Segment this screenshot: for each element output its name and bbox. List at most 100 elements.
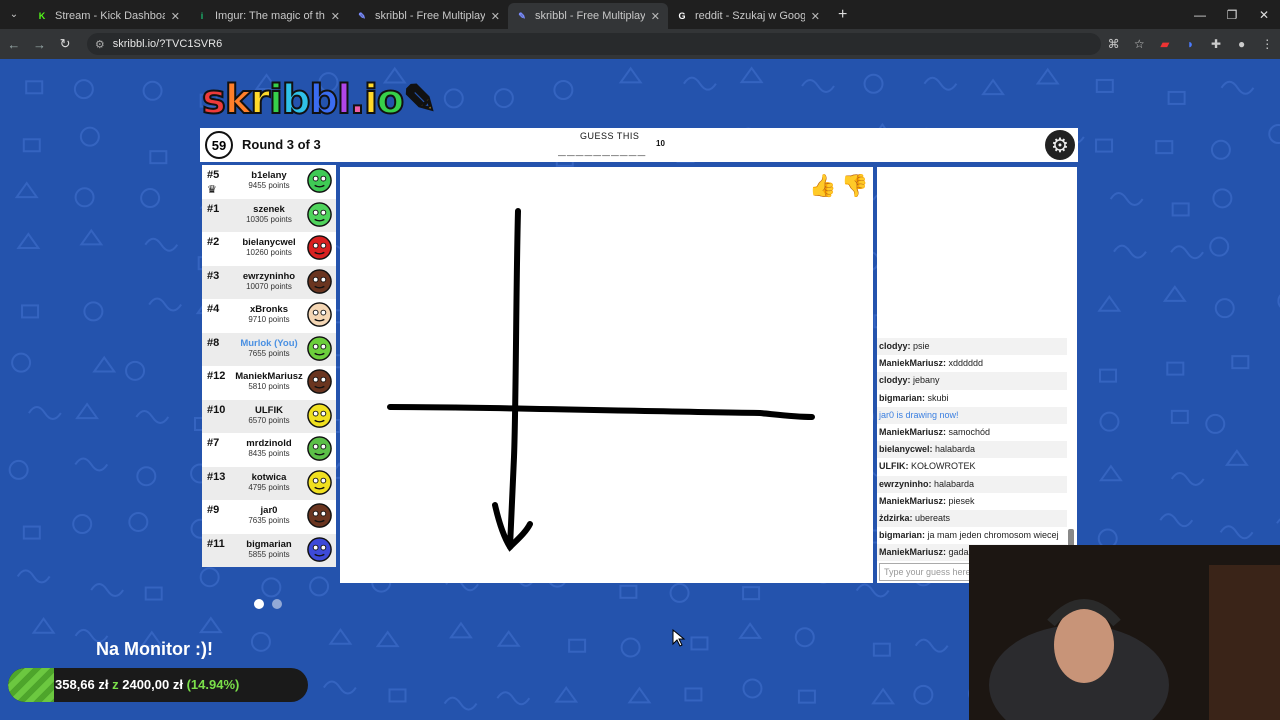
chat-user: bigmarian:: [879, 392, 926, 403]
drawing-canvas[interactable]: 👍 👎: [340, 167, 873, 583]
doodle-shape: [25, 80, 44, 95]
chat-text: ja mam jeden chromosom wiecej: [925, 530, 1059, 541]
player-avatar: [307, 436, 332, 461]
doodle-shape: [135, 409, 170, 424]
player-row[interactable]: #3 ewrzyninho 10070 points: [202, 265, 336, 299]
tab-search-chevron-icon[interactable]: ⌄: [0, 0, 28, 29]
doodle-shape: [913, 684, 934, 705]
timer-clock-icon: 59: [205, 131, 233, 159]
browser-tab-5[interactable]: Greddit - Szukaj w Google ✕: [668, 3, 828, 29]
tab-close-icon[interactable]: ✕: [171, 10, 180, 23]
doodle-shape: [198, 616, 223, 634]
doodle-shape: [148, 297, 182, 312]
player-row[interactable]: #13 kotwica 4795 points: [202, 466, 336, 500]
settings-gear-icon[interactable]: ⚙: [1045, 130, 1075, 160]
extension-red-icon[interactable]: ▰: [1152, 37, 1178, 51]
donation-progress-text: 358,66 zł z 2400,00 zł (14.94%): [55, 677, 239, 692]
doodle-shape: [1098, 464, 1123, 482]
chat-user: ManiekMariusz:: [879, 547, 947, 558]
chat-text: piesek: [946, 495, 975, 506]
doodle-shape: [1095, 78, 1114, 93]
doodle-shape: [1231, 355, 1250, 370]
word-length: 10: [656, 139, 665, 148]
doodle-shape: [328, 628, 353, 645]
doodle-shape: [1099, 411, 1120, 432]
doodle-shape: [250, 631, 271, 652]
doodle-shape: [1170, 471, 1205, 486]
doodle-shape: [1159, 513, 1194, 528]
carousel-dot-1[interactable]: [254, 599, 264, 609]
donation-percent: (14.94%): [186, 677, 240, 692]
player-avatar: [307, 503, 332, 528]
tab-favicon-icon: ✎: [358, 10, 366, 21]
player-row[interactable]: #2 bielanycwel 10260 points: [202, 232, 336, 266]
minimize-icon[interactable]: —: [1184, 0, 1216, 29]
chat-message: ManiekMariusz: piesek: [877, 493, 1067, 510]
forward-arrow-icon[interactable]: →: [28, 32, 52, 56]
doodle-shape: [128, 511, 149, 532]
doodle-shape: [142, 80, 163, 101]
extension-blue-icon[interactable]: ◗: [1178, 37, 1204, 51]
doodle-shape: [449, 621, 473, 639]
doodle-shape: [872, 642, 891, 657]
bookmark-star-icon[interactable]: ☆: [1126, 37, 1152, 51]
profile-avatar-icon[interactable]: ●: [1229, 37, 1255, 51]
chat-text: jar0 is drawing now!: [879, 409, 959, 420]
player-row[interactable]: #4 xBronks 9710 points: [202, 299, 336, 333]
new-tab-plus-icon[interactable]: +: [838, 6, 847, 24]
back-arrow-icon[interactable]: ←: [2, 32, 26, 56]
browser-tab-1[interactable]: K Stream - Kick Dashboard ✕: [28, 3, 188, 29]
close-window-icon[interactable]: ✕: [1248, 0, 1280, 29]
browser-tab-bar: ⌄ K Stream - Kick Dashboard ✕ i Imgur: The m…: [0, 0, 1280, 29]
player-row[interactable]: #10 ULFIK 6570 points: [202, 399, 336, 433]
doodle-shape: [981, 78, 1005, 96]
thumbs-down-icon[interactable]: 👎: [841, 171, 869, 201]
doodle-shape: [620, 637, 641, 658]
drawing-strokes: [387, 208, 815, 552]
site-info-icon[interactable]: ⚙: [95, 38, 105, 51]
player-row[interactable]: #5 b1elany 9455 points ♛: [202, 165, 336, 199]
player-row[interactable]: #9 jar0 7635 points: [202, 500, 336, 534]
player-row[interactable]: #7 mrdzinold 8435 points: [202, 433, 336, 467]
browser-tab-2[interactable]: i Imgur: The magic of the Interne ✕: [188, 3, 348, 29]
browser-tab-4[interactable]: ✎ skribbl - Free Multiplayer Drawi ✕: [508, 3, 668, 29]
player-avatar: [307, 268, 332, 294]
chat-message: bielanycwel: halabarda: [877, 441, 1067, 459]
chat-message: clodyy: jebany: [877, 372, 1067, 390]
chat-user: bielanycwel:: [879, 444, 933, 455]
carousel-dot-2[interactable]: [272, 599, 282, 609]
reload-icon[interactable]: ↻: [53, 32, 77, 56]
thumbs-up-icon[interactable]: 👍: [809, 171, 837, 201]
tab-favicon-icon: ✎: [518, 10, 526, 21]
game-header: 59 Round 3 of 3 GUESS THIS __________ 10…: [200, 128, 1078, 162]
translate-icon[interactable]: ⌘: [1101, 37, 1127, 51]
donation-separator: z: [108, 677, 123, 692]
doodle-shape: [742, 586, 761, 601]
tab-title: Imgur: The magic of the Interne: [215, 10, 325, 22]
doodle-shape: [742, 678, 763, 699]
browser-tab-3[interactable]: ✎ skribbl - Free Multiplayer Drawi ✕: [348, 3, 508, 29]
doodle-shape: [683, 76, 717, 91]
doodle-shape: [28, 406, 62, 421]
player-row[interactable]: #11 bigmarian 5855 points: [202, 533, 336, 567]
webcam-overlay: [969, 545, 1280, 720]
chat-message: jar0 is drawing now!: [877, 406, 1067, 424]
player-row[interactable]: #1 szenek 10305 points: [202, 198, 336, 232]
player-row[interactable]: #12 ManiekMariusz 5810 points: [202, 366, 336, 400]
chat-user: ManiekMariusz:: [879, 495, 947, 506]
mouse-cursor-icon: [672, 629, 686, 647]
tab-close-icon[interactable]: ✕: [811, 10, 820, 23]
tab-close-icon[interactable]: ✕: [491, 10, 500, 23]
chat-scrollbar[interactable]: [1068, 339, 1074, 549]
restore-icon[interactable]: ❐: [1216, 0, 1248, 29]
doodle-shape: [1095, 138, 1114, 153]
tab-close-icon[interactable]: ✕: [651, 10, 660, 23]
address-bar[interactable]: ⚙ skribbl.io/?TVC1SVR6: [86, 33, 1101, 55]
tab-close-icon[interactable]: ✕: [331, 10, 340, 23]
chat-user: ManiekMariusz:: [879, 426, 947, 437]
chat-messages: clodyy: psie ManiekMariusz: xdddddd clodyy…: [877, 338, 1067, 562]
browser-menu-icon[interactable]: ⋮: [1254, 37, 1280, 51]
word-hint-blanks: __________: [558, 142, 647, 157]
extensions-puzzle-icon[interactable]: ✚: [1203, 37, 1229, 51]
player-row[interactable]: #8 Murlok (You) 7655 points: [202, 332, 336, 366]
